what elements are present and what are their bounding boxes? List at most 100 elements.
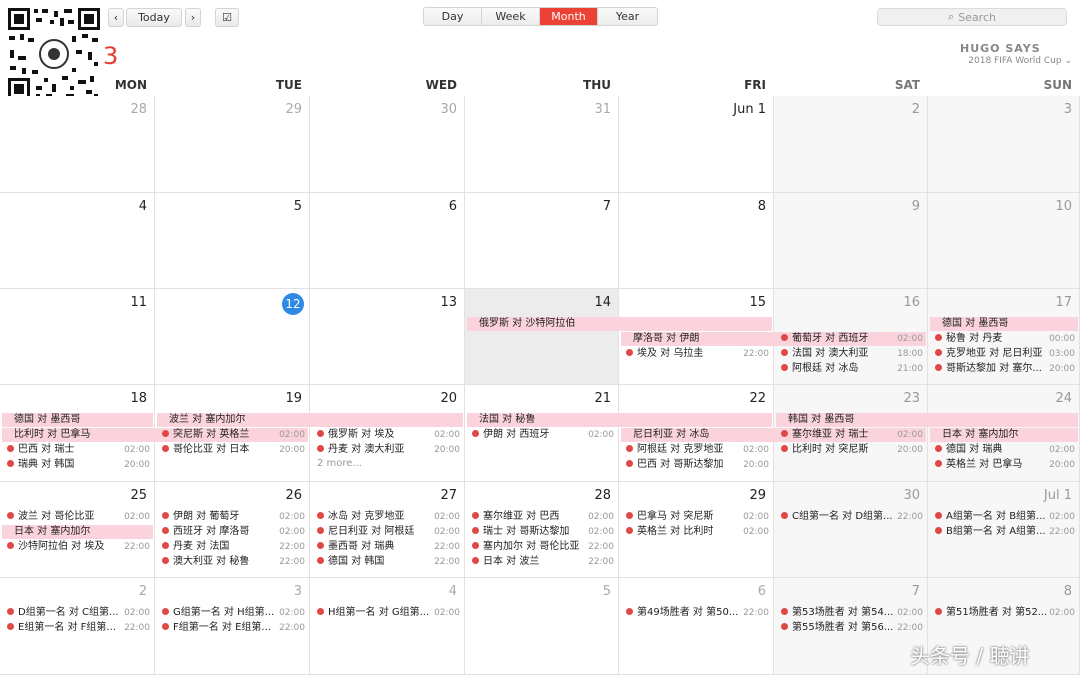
day-cell[interactable]: 11 [0,289,155,385]
event-dot-icon [317,542,324,549]
event-item[interactable]: 法国 对 澳大利亚 18:00 [781,347,923,361]
event-item[interactable]: H组第一名 对 G组第... 02:00 [317,606,460,620]
day-cell[interactable]: 8 [619,193,774,289]
event-item[interactable]: 克罗地亚 对 尼日利亚 03:00 [935,347,1075,361]
event-item[interactable]: 丹麦 对 法国 22:00 [162,540,305,554]
day-cell[interactable]: 30 [774,482,928,578]
event-item[interactable]: 第55场胜者 对 第56... 22:00 [781,621,923,635]
day-cell[interactable]: 29 [155,96,310,193]
event-item[interactable]: 墨西哥 对 瑞典 22:00 [317,540,460,554]
event-title: 丹麦 对 澳大利亚 [328,444,405,455]
event-item[interactable]: 伊朗 对 西班牙 02:00 [472,428,614,442]
day-cell[interactable]: 5 [155,193,310,289]
all-day-event-banner[interactable]: 日本 对 塞内加尔 [930,428,1078,442]
event-item[interactable]: 第51场胜者 对 第52... 02:00 [935,606,1075,620]
tab-year[interactable]: Year [598,8,657,25]
event-time: 02:00 [279,608,305,618]
event-item[interactable]: 沙特阿拉伯 对 埃及 22:00 [7,540,150,554]
today-button[interactable]: Today [126,8,182,27]
day-cell[interactable]: 5 [465,578,619,675]
day-cell[interactable]: 4 [310,578,465,675]
event-item[interactable]: 日本 对 波兰 22:00 [472,555,614,569]
event-item[interactable]: 突尼斯 对 英格兰 02:00 [162,428,305,442]
event-item[interactable]: 阿根廷 对 冰岛 21:00 [781,362,923,376]
event-item[interactable]: E组第一名 对 F组第... 22:00 [7,621,150,635]
event-item[interactable]: 葡萄牙 对 西班牙 02:00 [781,332,923,346]
day-cell[interactable]: 6 [310,193,465,289]
event-item[interactable]: F组第一名 对 E组第... 22:00 [162,621,305,635]
event-item[interactable]: 第53场胜者 对 第54... 02:00 [781,606,923,620]
event-dot-icon [162,623,169,630]
event-item[interactable]: 塞尔维亚 对 瑞士 02:00 [781,428,923,442]
day-cell[interactable]: 10 [928,193,1080,289]
event-item[interactable]: 瑞士 对 哥斯达黎加 02:00 [472,525,614,539]
day-number: 30 [903,488,920,503]
event-item[interactable]: 塞尔维亚 对 巴西 02:00 [472,510,614,524]
day-cell[interactable]: 2 [774,96,928,193]
all-day-event-banner[interactable]: 俄罗斯 对 沙特阿拉伯 [467,317,772,331]
day-number: 25 [130,488,147,503]
tab-day[interactable]: Day [424,8,482,25]
event-item[interactable]: 秘鲁 对 丹麦 00:00 [935,332,1075,346]
event-title: F组第一名 对 E组第... [173,622,271,633]
day-cell[interactable]: Jun 1 [619,96,774,193]
event-item[interactable]: A组第一名 对 B组第... 02:00 [935,510,1075,524]
event-item[interactable]: 英格兰 对 巴拿马 20:00 [935,458,1075,472]
event-item[interactable]: 阿根廷 对 克罗地亚 02:00 [626,443,769,457]
day-cell[interactable]: 6 [619,578,774,675]
day-cell[interactable]: 7 [465,193,619,289]
day-cell[interactable]: 14 [465,289,619,385]
day-cell[interactable]: 31 [465,96,619,193]
all-day-event-banner[interactable]: 日本 对 塞内加尔 [2,525,153,539]
day-number: 4 [448,584,457,599]
tab-month[interactable]: Month [540,8,598,25]
event-item[interactable]: 比利时 对 突尼斯 20:00 [781,443,923,457]
prev-month-button[interactable]: ‹ [108,8,124,27]
event-item[interactable]: 哥伦比亚 对 日本 20:00 [162,443,305,457]
more-events-link[interactable]: 2 more... [317,458,362,469]
all-day-event-banner[interactable]: 德国 对 墨西哥 [2,413,153,427]
event-item[interactable]: 澳大利亚 对 秘鲁 22:00 [162,555,305,569]
event-item[interactable]: 瑞典 对 韩国 20:00 [7,458,150,472]
event-item[interactable]: D组第一名 对 C组第... 02:00 [7,606,150,620]
all-day-event-banner[interactable]: 德国 对 墨西哥 [930,317,1078,331]
event-item[interactable]: C组第一名 对 D组第... 22:00 [781,510,923,524]
event-time: 22:00 [897,623,923,633]
event-item[interactable]: 冰岛 对 克罗地亚 02:00 [317,510,460,524]
event-item[interactable]: 尼日利亚 对 阿根廷 02:00 [317,525,460,539]
day-cell[interactable]: 4 [0,193,155,289]
event-item[interactable]: 西班牙 对 摩洛哥 02:00 [162,525,305,539]
event-item[interactable]: 德国 对 瑞典 02:00 [935,443,1075,457]
all-day-event-banner[interactable]: 法国 对 秘鲁 [467,413,772,427]
event-item[interactable]: 第49场胜者 对 第50... 22:00 [626,606,769,620]
search-field[interactable]: ⌕ Search [877,8,1067,26]
all-day-event-banner[interactable]: 波兰 对 塞内加尔 [157,413,463,427]
event-item[interactable]: 巴西 对 瑞士 02:00 [7,443,150,457]
calendar-source-selector[interactable]: 2018 FIFA World Cup ⌄ [960,56,1072,66]
event-item[interactable]: 巴拿马 对 突尼斯 02:00 [626,510,769,524]
event-item[interactable]: 丹麦 对 澳大利亚 20:00 [317,443,460,457]
day-cell[interactable]: 9 [774,193,928,289]
event-item[interactable]: B组第一名 对 A组第... 22:00 [935,525,1075,539]
day-cell[interactable]: 28 [0,96,155,193]
next-month-button[interactable]: › [185,8,201,27]
day-cell[interactable]: 12 [155,289,310,385]
event-item[interactable]: 巴西 对 哥斯达黎加 20:00 [626,458,769,472]
event-item[interactable]: 塞内加尔 对 哥伦比亚 22:00 [472,540,614,554]
event-time: 20:00 [279,445,305,455]
day-cell[interactable]: 13 [310,289,465,385]
all-day-event-banner[interactable]: 韩国 对 墨西哥 [776,413,1078,427]
event-item[interactable]: 波兰 对 哥伦比亚 02:00 [7,510,150,524]
calendar-check-button[interactable]: ☑ [215,8,239,27]
event-item[interactable]: 英格兰 对 比利时 02:00 [626,525,769,539]
tab-week[interactable]: Week [482,8,540,25]
day-cell[interactable]: 3 [928,96,1080,193]
event-item[interactable]: 伊朗 对 葡萄牙 02:00 [162,510,305,524]
day-cell[interactable]: 30 [310,96,465,193]
event-item[interactable]: 哥斯达黎加 对 塞尔... 20:00 [935,362,1075,376]
event-dot-icon [317,445,324,452]
event-item[interactable]: 俄罗斯 对 埃及 02:00 [317,428,460,442]
event-item[interactable]: G组第一名 对 H组第... 02:00 [162,606,305,620]
event-item[interactable]: 埃及 对 乌拉圭 22:00 [626,347,769,361]
event-item[interactable]: 德国 对 韩国 22:00 [317,555,460,569]
